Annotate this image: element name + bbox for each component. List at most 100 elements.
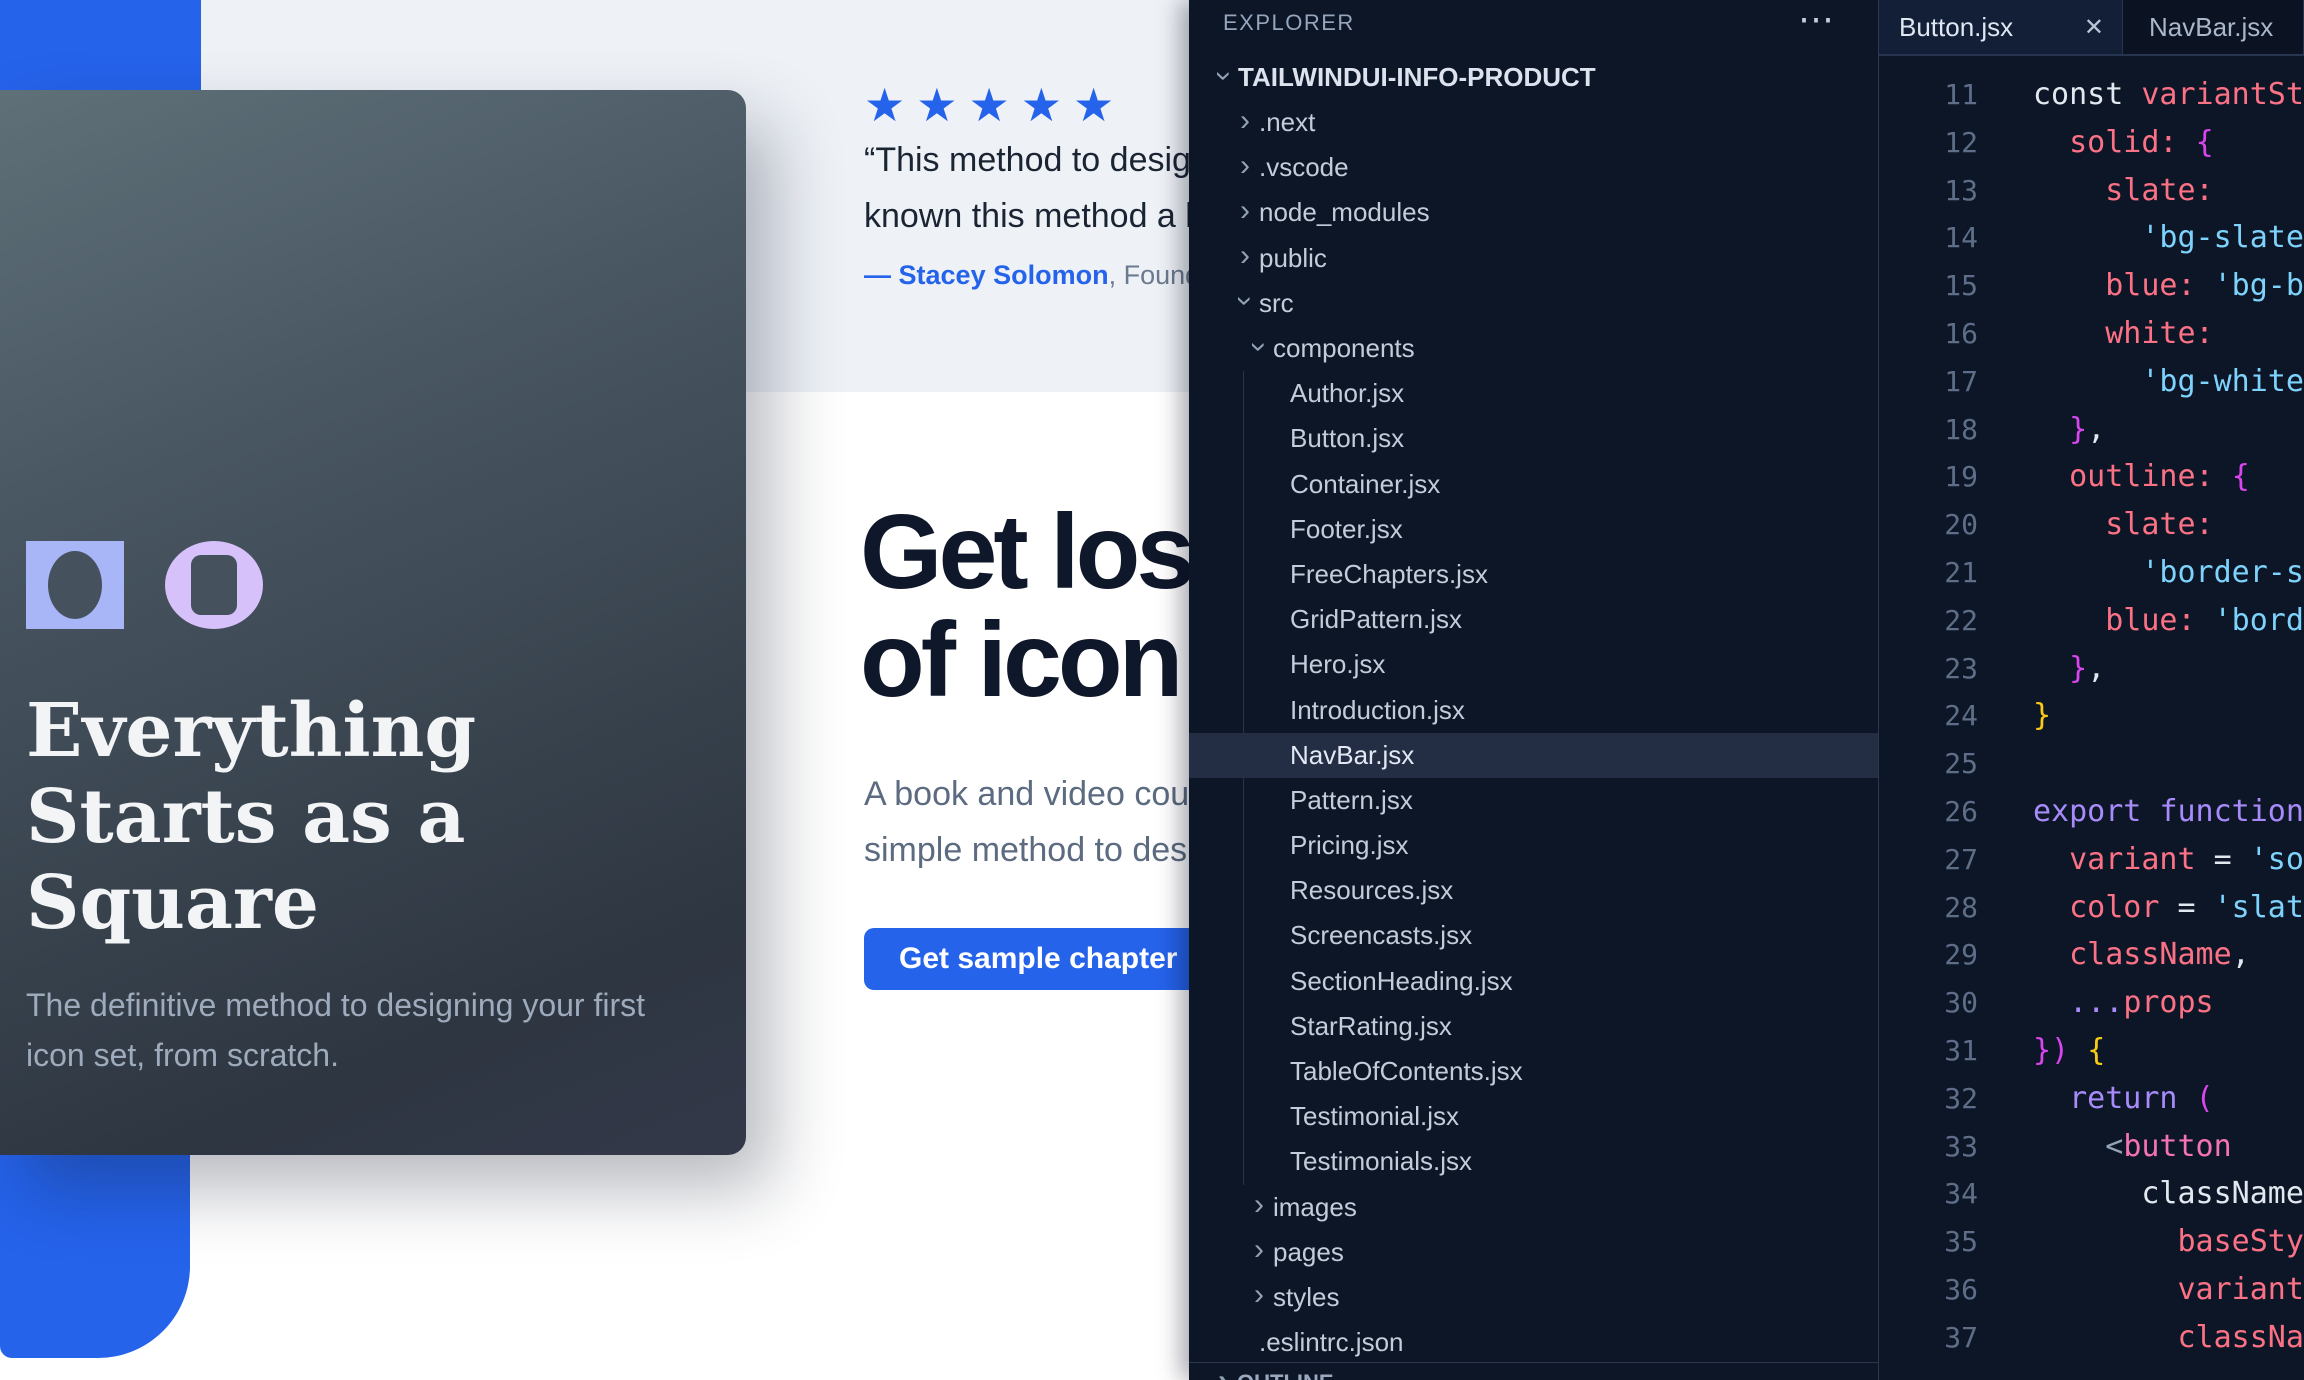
- chevron-right-icon: ›: [1231, 151, 1259, 181]
- tree-item-label: GridPattern.jsx: [1290, 604, 1462, 635]
- code-token: button: [2123, 1129, 2231, 1164]
- code-line: 16 white:: [1879, 310, 2304, 358]
- tree-item-public[interactable]: ›public: [1189, 236, 1878, 281]
- tree-item-footer-jsx[interactable]: Footer.jsx: [1189, 507, 1878, 552]
- code-token: (: [2196, 1081, 2214, 1116]
- code-line-text: },: [2033, 406, 2105, 454]
- code-token: outline:: [2033, 459, 2232, 494]
- code-token: variantS: [2033, 1272, 2304, 1307]
- hero-heading: Get lost of icon d: [860, 498, 1189, 714]
- tree-item-author-jsx[interactable]: Author.jsx: [1189, 371, 1878, 416]
- tree-item-node-modules[interactable]: ›node_modules: [1189, 190, 1878, 235]
- more-actions-icon[interactable]: ⋯: [1798, 0, 1834, 40]
- code-token: function: [2159, 794, 2304, 829]
- hero-paragraph: A book and video cour simple method to d…: [864, 766, 1189, 878]
- tree-item-label: TableOfContents.jsx: [1290, 1056, 1523, 1087]
- tree-item-testimonials-jsx[interactable]: Testimonials.jsx: [1189, 1139, 1878, 1184]
- tree-item-label: .vscode: [1259, 152, 1349, 183]
- code-token: [2141, 794, 2159, 829]
- tree-item-label: Resources.jsx: [1290, 875, 1453, 906]
- code-area[interactable]: 11const variantSty12 solid: {13 slate:14…: [1879, 56, 2304, 1362]
- code-line-text: blue: 'bg-b: [2033, 262, 2304, 310]
- tree-item-hero-jsx[interactable]: Hero.jsx: [1189, 642, 1878, 687]
- tree-item-introduction-jsx[interactable]: Introduction.jsx: [1189, 687, 1878, 732]
- tab-label: Button.jsx: [1899, 12, 2084, 43]
- tab-label: NavBar.jsx: [2149, 12, 2273, 43]
- line-number: 29: [1879, 931, 1978, 979]
- tree-item-screencasts-jsx[interactable]: Screencasts.jsx: [1189, 913, 1878, 958]
- code-token: {: [2196, 125, 2214, 160]
- line-number: 19: [1879, 453, 1978, 501]
- ellipse-with-square-cutout-icon: [165, 541, 263, 629]
- code-line-text: blue: 'borde: [2033, 597, 2304, 645]
- code-line: 14 'bg-slate-: [1879, 214, 2304, 262]
- tree-item--next[interactable]: ›.next: [1189, 100, 1878, 145]
- tree-item-label: Testimonial.jsx: [1290, 1101, 1459, 1132]
- tree-item-label: pages: [1273, 1237, 1344, 1268]
- tree-item-sectionheading-jsx[interactable]: SectionHeading.jsx: [1189, 959, 1878, 1004]
- chevron-right-icon: ›: [1231, 196, 1259, 226]
- code-token: {: [2087, 1033, 2105, 1068]
- code-line-text: const variantSty: [2033, 71, 2304, 119]
- tree-item-label: public: [1259, 243, 1327, 274]
- book-title: Everything Starts as a Square: [26, 688, 476, 946]
- tree-item-button-jsx[interactable]: Button.jsx: [1189, 416, 1878, 461]
- tree-item-freechapters-jsx[interactable]: FreeChapters.jsx: [1189, 552, 1878, 597]
- tree-item-starrating-jsx[interactable]: StarRating.jsx: [1189, 1004, 1878, 1049]
- line-number: 11: [1879, 71, 1978, 119]
- code-token: [2178, 1081, 2196, 1116]
- outline-section-header[interactable]: › OUTLINE: [1209, 1368, 1334, 1380]
- tree-item-pattern-jsx[interactable]: Pattern.jsx: [1189, 778, 1878, 823]
- chevron-right-icon: ›: [1245, 1280, 1273, 1310]
- close-icon[interactable]: ✕: [2084, 13, 2104, 42]
- code-line: 21 'border-s: [1879, 549, 2304, 597]
- cover-shapes: [26, 541, 263, 629]
- code-token: const: [2033, 77, 2141, 112]
- code-line-text: ...props: [2033, 979, 2214, 1027]
- chevron-down-icon: ›: [1209, 62, 1239, 90]
- tree-item-components[interactable]: ›components: [1189, 326, 1878, 371]
- code-line: 22 blue: 'borde: [1879, 597, 2304, 645]
- code-token: slate:: [2033, 173, 2214, 208]
- code-line: 33 <button: [1879, 1123, 2304, 1171]
- tree-item-images[interactable]: ›images: [1189, 1185, 1878, 1230]
- line-number: 26: [1879, 788, 1978, 836]
- tree-root-row[interactable]: › TAILWINDUI-INFO-PRODUCT: [1189, 55, 1878, 100]
- website-page: Everything Starts as a Square The defini…: [0, 0, 1189, 1380]
- tree-item--vscode[interactable]: ›.vscode: [1189, 145, 1878, 190]
- book-title-line: Square: [26, 860, 476, 946]
- code-line: 15 blue: 'bg-b: [1879, 262, 2304, 310]
- tree-item-gridpattern-jsx[interactable]: GridPattern.jsx: [1189, 597, 1878, 642]
- outline-divider: [1189, 1362, 1878, 1363]
- tree-item-label: Button.jsx: [1290, 423, 1404, 454]
- line-number: 12: [1879, 119, 1978, 167]
- tree-item-tableofcontents-jsx[interactable]: TableOfContents.jsx: [1189, 1049, 1878, 1094]
- tab-button-jsx[interactable]: Button.jsx✕: [1879, 0, 2123, 54]
- tree-item-container-jsx[interactable]: Container.jsx: [1189, 462, 1878, 507]
- explorer-header: EXPLORER: [1223, 10, 1355, 36]
- tree-item-testimonial-jsx[interactable]: Testimonial.jsx: [1189, 1094, 1878, 1139]
- line-number: 20: [1879, 501, 1978, 549]
- get-sample-chapter-button[interactable]: Get sample chapter: [864, 928, 1189, 990]
- tree-item--eslintrc-json[interactable]: .eslintrc.json: [1189, 1320, 1878, 1365]
- tree-item-pages[interactable]: ›pages: [1189, 1230, 1878, 1275]
- tree-item-navbar-jsx[interactable]: NavBar.jsx: [1189, 733, 1878, 778]
- tree-item-pricing-jsx[interactable]: Pricing.jsx: [1189, 823, 1878, 868]
- tab-navbar-jsx[interactable]: NavBar.jsx: [2123, 0, 2304, 54]
- editor-tab-bar: Button.jsx✕ NavBar.jsx: [1879, 0, 2304, 56]
- code-line: 30 ...props: [1879, 979, 2304, 1027]
- code-token: }: [2033, 698, 2051, 733]
- code-line: 24}: [1879, 692, 2304, 740]
- line-number: 35: [1879, 1218, 1978, 1266]
- code-token: solid:: [2033, 125, 2196, 160]
- tree-item-styles[interactable]: ›styles: [1189, 1275, 1878, 1320]
- code-token: }): [2033, 1033, 2069, 1068]
- code-line: 26export function: [1879, 788, 2304, 836]
- code-line: 37 classNam: [1879, 1314, 2304, 1362]
- code-token: 'bg-slate-: [2033, 220, 2304, 255]
- tree-item-resources-jsx[interactable]: Resources.jsx: [1189, 868, 1878, 913]
- tree-item-src[interactable]: ›src: [1189, 281, 1878, 326]
- chevron-right-icon: ›: [1231, 241, 1259, 271]
- code-line-text: variantS: [2033, 1266, 2304, 1314]
- code-line: 28 color = 'slate: [1879, 884, 2304, 932]
